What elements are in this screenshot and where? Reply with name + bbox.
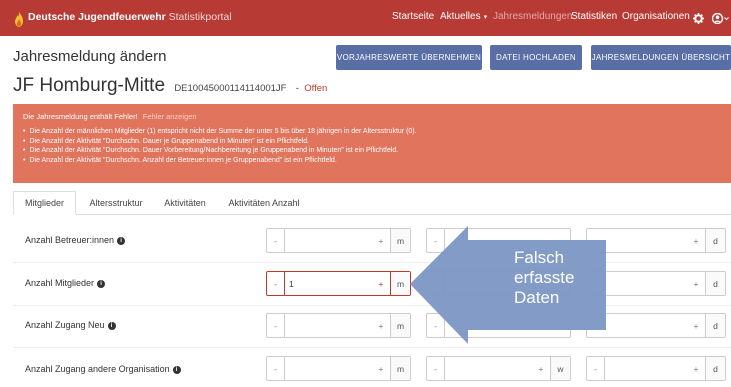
error-heading-line: Die Jahresmeldung enthält Fehler! Fehler… xyxy=(23,112,721,121)
row-divider xyxy=(13,347,731,348)
unit-label: d xyxy=(705,229,725,252)
zugang-andere-diverse-field[interactable]: - + d xyxy=(586,356,726,381)
value-input[interactable]: 1 xyxy=(285,272,372,295)
decrement-button[interactable]: - xyxy=(267,314,285,337)
tab-aktivitaeten[interactable]: Aktivitäten xyxy=(153,191,217,215)
decrement-button[interactable]: - xyxy=(267,357,285,380)
unit-label: d xyxy=(705,272,725,295)
increment-button[interactable]: + xyxy=(687,357,705,380)
flame-logo-icon[interactable] xyxy=(14,12,24,27)
error-item: Die Anzahl der Aktivität "Durchschn. Dau… xyxy=(23,146,721,156)
row-label-zugang-neu: Anzahl Zugang Neu i xyxy=(25,320,116,330)
nav-aktuelles-label: Aktuelles xyxy=(440,11,481,22)
betreuer-male-field[interactable]: - + m xyxy=(266,228,411,253)
row-label-betreuer: Anzahl Betreuer:innen i xyxy=(25,235,126,245)
value-input[interactable] xyxy=(285,357,372,380)
status-badge: Offen xyxy=(304,83,328,94)
show-errors-link[interactable]: Fehler anzeigen xyxy=(143,112,197,121)
user-icon[interactable] xyxy=(712,13,729,24)
value-input[interactable] xyxy=(445,357,532,380)
info-icon[interactable]: i xyxy=(97,279,106,288)
prev-year-values-button[interactable]: VORJAHRESWERTE ÜBERNEHMEN xyxy=(336,45,482,70)
error-item: Die Anzahl der Aktivität "Durchschn. Dau… xyxy=(23,137,721,147)
increment-button[interactable]: + xyxy=(687,314,705,337)
zugang-neu-male-field[interactable]: - + m xyxy=(266,313,411,338)
info-icon[interactable]: i xyxy=(107,321,116,330)
increment-button[interactable]: + xyxy=(372,272,390,295)
unit-label: d xyxy=(705,314,725,337)
info-icon[interactable]: i xyxy=(117,236,126,245)
gear-icon[interactable] xyxy=(693,13,704,24)
row-label-zugang-andere: Anzahl Zugang andere Organisation i xyxy=(25,364,181,374)
increment-button[interactable]: + xyxy=(532,357,550,380)
increment-button[interactable]: + xyxy=(372,314,390,337)
org-code: DE10045000114114001JF xyxy=(174,83,287,94)
unit-label: m xyxy=(390,357,410,380)
unit-label: m xyxy=(390,314,410,337)
annotation-line: Daten xyxy=(514,288,560,307)
value-input[interactable] xyxy=(605,357,687,380)
nav-startseite[interactable]: Startseite xyxy=(392,11,434,22)
increment-button[interactable]: + xyxy=(687,229,705,252)
decrement-button[interactable]: - xyxy=(267,229,285,252)
error-list: Die Anzahl der männlichen Mitglieder (1)… xyxy=(23,127,721,165)
decrement-button[interactable]: - xyxy=(427,357,445,380)
annotation-line: Falsch xyxy=(514,248,565,267)
tab-bar: Mitglieder Altersstruktur Aktivitäten Ak… xyxy=(13,191,731,215)
tab-mitglieder[interactable]: Mitglieder xyxy=(13,191,76,215)
zugang-andere-male-field[interactable]: - + m xyxy=(266,356,411,381)
increment-button[interactable]: + xyxy=(372,229,390,252)
increment-button[interactable]: + xyxy=(372,357,390,380)
annotation-line: erfasste xyxy=(514,268,575,287)
brand-title: Deutsche Jugendfeuerwehr xyxy=(28,11,166,23)
reports-overview-button[interactable]: JAHRESMELDUNGEN ÜBERSICHT xyxy=(591,45,731,70)
annotation-text: Falsch erfasste Daten xyxy=(514,248,594,308)
row-label-text: Anzahl Mitglieder xyxy=(25,278,95,288)
brand-subtitle: Statistikportal xyxy=(168,11,232,23)
increment-button[interactable]: + xyxy=(687,272,705,295)
chevron-down-icon: ▾ xyxy=(483,14,488,21)
unit-label: m xyxy=(390,272,410,295)
mitglieder-male-field[interactable]: - 1 + m xyxy=(266,271,411,296)
decrement-button[interactable]: - xyxy=(587,357,605,380)
unit-label: w xyxy=(550,357,570,380)
error-item: Die Anzahl der Aktivität "Durchschn. Anz… xyxy=(23,156,721,166)
info-icon[interactable]: i xyxy=(172,365,181,374)
zugang-andere-female-field[interactable]: - + w xyxy=(426,356,571,381)
value-input[interactable] xyxy=(285,314,372,337)
org-name: JF Homburg-Mitte xyxy=(13,75,166,96)
nav-statistiken[interactable]: Statistiken xyxy=(571,11,617,22)
row-label-text: Anzahl Betreuer:innen xyxy=(25,235,115,245)
upload-file-button[interactable]: DATEI HOCHLADEN xyxy=(490,45,582,70)
value-input[interactable] xyxy=(285,229,372,252)
error-heading: Die Jahresmeldung enthält Fehler! xyxy=(23,112,138,121)
row-label-mitglieder: Anzahl Mitglieder i xyxy=(25,278,106,288)
row-label-text: Anzahl Zugang andere Organisation xyxy=(25,364,170,374)
org-title: JF Homburg-Mitte DE10045000114114001JF -… xyxy=(13,75,327,97)
tab-altersstruktur[interactable]: Altersstruktur xyxy=(79,191,153,215)
nav-organisationen[interactable]: Organisationen xyxy=(622,11,690,22)
row-divider xyxy=(13,305,731,306)
unit-label: d xyxy=(705,357,725,380)
brand-link[interactable]: Deutsche Jugendfeuerwehr Statistikportal xyxy=(28,11,232,23)
nav-jahresmeldungen[interactable]: Jahresmeldungen xyxy=(493,11,573,22)
error-item: Die Anzahl der männlichen Mitglieder (1)… xyxy=(23,127,721,137)
decrement-button[interactable]: - xyxy=(267,272,285,295)
nav-aktuelles[interactable]: Aktuelles ▾ xyxy=(440,11,487,22)
error-alert: Die Jahresmeldung enthält Fehler! Fehler… xyxy=(13,104,731,183)
row-divider xyxy=(13,262,731,263)
unit-label: m xyxy=(390,229,410,252)
top-navbar: Deutsche Jugendfeuerwehr Statistikportal… xyxy=(0,0,731,36)
page-title: Jahresmeldung ändern xyxy=(13,48,167,65)
row-label-text: Anzahl Zugang Neu xyxy=(25,320,105,330)
tab-aktivitaeten-anzahl[interactable]: Aktivitäten Anzahl xyxy=(217,191,311,215)
title-separator: - xyxy=(295,83,299,94)
